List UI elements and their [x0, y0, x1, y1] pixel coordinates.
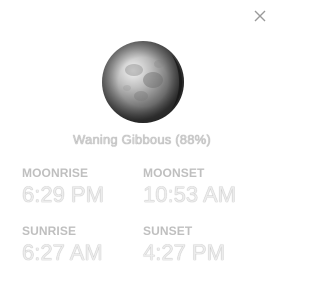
moonset-block: MOONSET 10:53 AM	[143, 166, 236, 208]
sunset-block: SUNSET 4:27 PM	[143, 224, 225, 266]
moon-phase-panel: Waning Gibbous (88%) MOONRISE 6:29 PM MO…	[0, 0, 284, 291]
moon-phase-icon	[102, 41, 184, 123]
moon-phase-text: Waning Gibbous (88%)	[73, 132, 211, 147]
moonset-label: MOONSET	[143, 166, 205, 180]
sunset-time: 4:27 PM	[143, 240, 225, 265]
close-icon	[254, 10, 266, 22]
sunrise-time: 6:27 AM	[22, 240, 103, 265]
sunrise-label: SUNRISE	[22, 224, 77, 238]
sunrise-block: SUNRISE 6:27 AM	[22, 224, 103, 266]
close-button[interactable]	[250, 6, 270, 26]
sunset-label: SUNSET	[143, 224, 193, 238]
moonrise-time: 6:29 PM	[22, 182, 104, 207]
moonset-time: 10:53 AM	[143, 182, 236, 207]
moonrise-label: MOONRISE	[22, 166, 89, 180]
moonrise-block: MOONRISE 6:29 PM	[22, 166, 104, 208]
